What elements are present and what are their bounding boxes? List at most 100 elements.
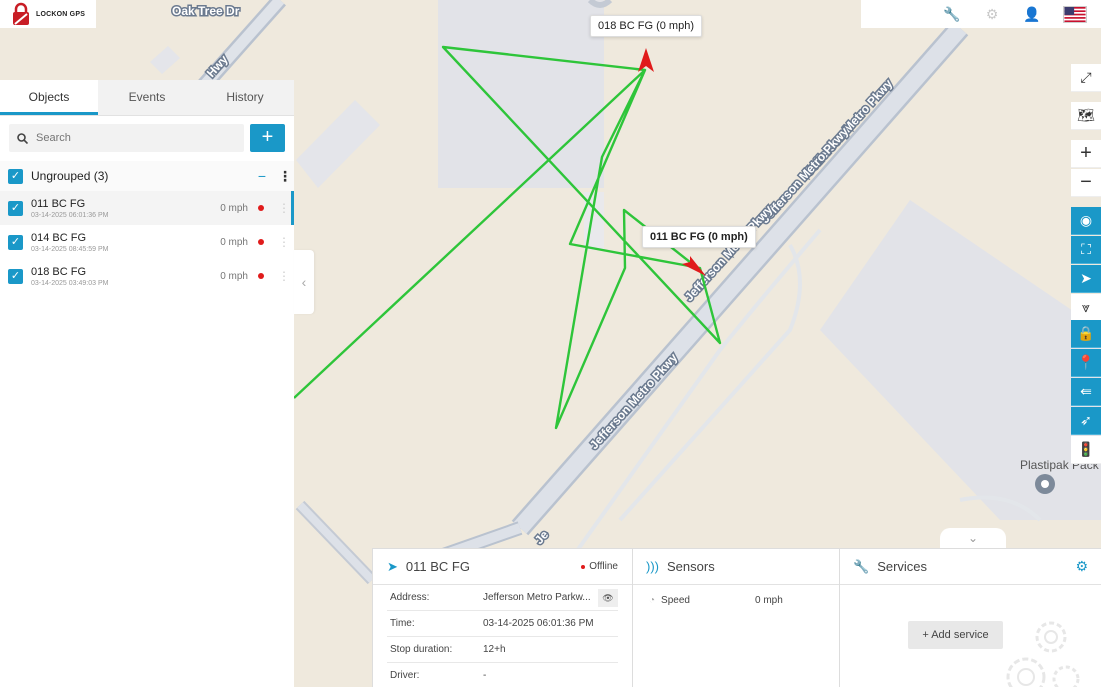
tab-history[interactable]: History	[196, 80, 294, 115]
add-service-button[interactable]: + Add service	[908, 621, 1003, 649]
object-menu-icon[interactable]: ⋮	[278, 269, 290, 283]
plus-icon: +	[1080, 142, 1092, 164]
objects-panel: Objects Events History + ✓ Ungrouped (3)…	[0, 80, 294, 687]
add-object-button[interactable]: +	[250, 124, 285, 152]
eye-icon[interactable]: 👁	[598, 588, 618, 607]
chevron-down-icon: ⌄	[967, 531, 979, 545]
navigation-arrow-icon: ➤	[387, 558, 398, 574]
fullscreen-icon: ⤢	[1080, 69, 1092, 85]
object-speed: 0 mph	[220, 270, 248, 282]
app-logo[interactable]: LOCKON GPS	[0, 0, 96, 28]
collapse-panel-button[interactable]: ‹	[294, 250, 314, 314]
services-title: Services	[877, 559, 928, 574]
user-icon[interactable]: 👤	[1023, 6, 1041, 23]
fit-bounds-icon: ⛶	[1081, 241, 1091, 257]
search-box	[9, 124, 244, 152]
gear-icon[interactable]: ⚙	[983, 6, 1001, 23]
tool-button-target[interactable]: ◉	[1071, 207, 1101, 235]
map-icon: 🗺	[1077, 107, 1095, 123]
minus-icon: −	[1080, 171, 1092, 193]
services-section: 🔧 Services ⚙ + Add service	[839, 549, 1101, 687]
tool-button-lock[interactable]: 🔒	[1071, 320, 1101, 348]
object-time: 03-14-2025 06:01:36 PM	[31, 211, 109, 219]
street-label: Oak Tree Dr	[172, 4, 240, 18]
group-header[interactable]: ✓ Ungrouped (3) − ⋮	[0, 161, 294, 191]
sensor-value: 0 mph	[755, 595, 783, 606]
tool-button-send[interactable]: ➶	[1071, 407, 1101, 435]
target-icon: ◉	[1079, 212, 1093, 228]
zoom-in-button[interactable]: +	[1071, 140, 1101, 168]
us-flag-icon[interactable]	[1063, 5, 1087, 23]
tool-button-fit[interactable]: ⛶	[1071, 236, 1101, 264]
group-label: Ungrouped (3)	[31, 169, 109, 183]
fullscreen-button[interactable]: ⤢	[1071, 64, 1101, 92]
info-row-time: Time: 03-14-2025 06:01:36 PM	[387, 611, 618, 637]
route-icon: ⩔	[1082, 299, 1090, 315]
info-row-address: Address: Jefferson Metro Parkw... 👁	[387, 585, 618, 611]
vehicle-label-011[interactable]: 011 BC FG (0 mph)	[642, 226, 756, 248]
traffic-light-button[interactable]: 🚦	[1071, 436, 1101, 464]
sensor-wave-icon: )))	[646, 559, 659, 574]
send-icon: ➶	[1080, 412, 1092, 428]
top-toolbar: 🔧 ⚙ 👤	[861, 0, 1101, 28]
logo-text: LOCKON GPS	[36, 10, 86, 18]
status-dot	[258, 239, 264, 245]
zoom-out-button[interactable]: −	[1071, 169, 1101, 197]
tab-events[interactable]: Events	[98, 80, 196, 115]
group-menu-icon[interactable]: ⋮	[278, 168, 292, 185]
object-row[interactable]: ✓ 018 BC FG 03-14-2025 03:49:03 PM 0 mph…	[0, 259, 294, 293]
object-time: 03-14-2025 08:45:59 PM	[31, 245, 109, 253]
object-name: 014 BC FG	[31, 231, 87, 244]
wrench-icon[interactable]: 🔧	[943, 6, 961, 23]
object-row[interactable]: ✓ 014 BC FG 03-14-2025 08:45:59 PM 0 mph…	[0, 225, 294, 259]
object-checkbox[interactable]: ✓	[8, 200, 23, 216]
collapse-group-button[interactable]: −	[258, 168, 266, 184]
object-time: 03-14-2025 03:49:03 PM	[31, 279, 109, 287]
toggle-details-button[interactable]: ⌄	[940, 528, 1006, 548]
tool-button-marker[interactable]: 📍	[1071, 349, 1101, 377]
tab-objects[interactable]: Objects	[0, 80, 98, 115]
chevron-left-icon: ‹	[301, 274, 307, 290]
info-row-driver: Driver: -	[387, 663, 618, 687]
sensors-section: ))) Sensors ◔ Speed 0 mph	[632, 549, 839, 687]
lock-icon: 🔒	[1077, 325, 1095, 341]
object-menu-icon[interactable]: ⋮	[278, 201, 290, 215]
object-row[interactable]: ✓ 011 BC FG 03-14-2025 06:01:36 PM 0 mph…	[0, 191, 294, 225]
object-speed: 0 mph	[220, 202, 248, 214]
search-icon	[17, 132, 28, 144]
wrench-icon: 🔧	[853, 558, 870, 574]
navigation-arrow-icon: ➤	[1080, 270, 1092, 286]
status-dot	[258, 205, 264, 211]
panel-tabs: Objects Events History	[0, 80, 294, 116]
vehicle-label-018[interactable]: 018 BC FG (0 mph)	[590, 15, 702, 37]
tool-button-route[interactable]: ⩔	[1071, 294, 1101, 322]
object-checkbox[interactable]: ✓	[8, 234, 23, 250]
address-value: Jefferson Metro Parkw...	[483, 592, 591, 603]
plus-icon: +	[922, 629, 929, 641]
group-checkbox[interactable]: ✓	[8, 168, 23, 184]
poi-marker-icon[interactable]	[1035, 474, 1055, 494]
arrow-left-icon: ⇚	[1080, 383, 1092, 399]
traffic-light-icon: 🚦	[1077, 441, 1095, 457]
search-row: +	[0, 116, 294, 160]
object-menu-icon[interactable]: ⋮	[278, 235, 290, 249]
speedometer-icon: ◔	[649, 595, 656, 606]
info-row-stop-duration: Stop duration: 12+h	[387, 637, 618, 663]
services-settings-icon[interactable]: ⚙	[1075, 558, 1088, 575]
object-name: 011 BC FG	[31, 197, 86, 210]
pin-icon: 📍	[1077, 354, 1095, 370]
lock-logo-icon	[13, 2, 29, 25]
object-details: ➤ 011 BC FG Offline Address: Jefferson M…	[372, 549, 632, 687]
object-checkbox[interactable]: ✓	[8, 268, 23, 284]
object-speed: 0 mph	[220, 236, 248, 248]
status-badge: Offline	[581, 561, 618, 572]
sensor-row: ◔ Speed 0 mph	[649, 595, 783, 606]
status-dot	[258, 273, 264, 279]
tool-button-navigate[interactable]: ➤	[1071, 265, 1101, 293]
map-layers-button[interactable]: 🗺	[1071, 102, 1101, 130]
search-input[interactable]	[36, 132, 216, 144]
sensors-title: Sensors	[667, 559, 715, 574]
tool-button-back[interactable]: ⇚	[1071, 378, 1101, 406]
object-name: 018 BC FG	[31, 265, 87, 278]
details-panel: ➤ 011 BC FG Offline Address: Jefferson M…	[372, 548, 1101, 687]
